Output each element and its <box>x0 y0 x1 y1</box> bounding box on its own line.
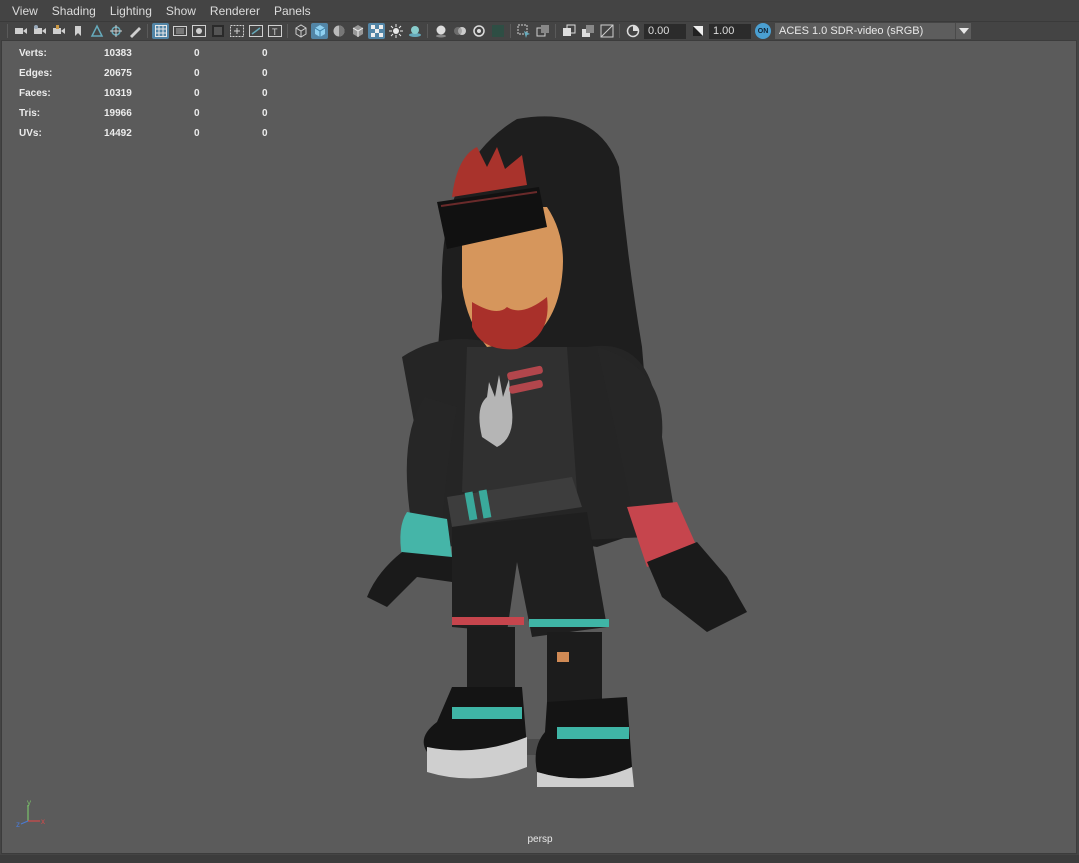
svg-text:T: T <box>272 27 278 37</box>
hud-selected: 0 <box>194 67 200 79</box>
bookmark-icon[interactable] <box>69 23 86 39</box>
hud-total: 14492 <box>104 127 132 139</box>
gamma-icon[interactable] <box>689 23 706 39</box>
gate-mask-icon[interactable] <box>209 23 226 39</box>
use-all-lights-icon[interactable] <box>387 23 404 39</box>
chevron-down-icon <box>955 23 971 39</box>
toolbar-divider <box>7 24 8 38</box>
hud-total: 19966 <box>104 107 132 119</box>
hud-selected: 0 <box>194 107 200 119</box>
bottom-border <box>0 855 1079 863</box>
hud-selected-tri: 0 <box>262 87 268 99</box>
menu-shading[interactable]: Shading <box>45 4 103 18</box>
wireframe-icon[interactable] <box>292 23 309 39</box>
hud-selected: 0 <box>194 87 200 99</box>
textured-icon[interactable] <box>368 23 385 39</box>
default-material-icon[interactable] <box>330 23 347 39</box>
toolbar-divider <box>555 24 556 38</box>
screen-space-ao-icon[interactable] <box>432 23 449 39</box>
axis-z-line <box>20 820 29 825</box>
isolate-select-icon[interactable] <box>515 23 532 39</box>
depth-of-field-icon[interactable] <box>489 23 506 39</box>
toolbar-divider <box>427 24 428 38</box>
field-chart-icon[interactable] <box>228 23 245 39</box>
character-model[interactable] <box>357 107 757 787</box>
axis-x-label: x <box>41 817 45 826</box>
resolution-gate-icon[interactable] <box>190 23 207 39</box>
persp-viewport[interactable]: Verts: 10383 0 0 Edges: 20675 0 0 Faces:… <box>1 40 1077 854</box>
two-d-pan-zoom-icon[interactable] <box>107 23 124 39</box>
image-plane-icon[interactable] <box>88 23 105 39</box>
smooth-shade-icon[interactable] <box>311 23 328 39</box>
xray-active-components-icon[interactable] <box>579 23 596 39</box>
poly-count-hud: Verts: 10383 0 0 Edges: 20675 0 0 Faces:… <box>19 43 292 143</box>
camera-attributes-icon[interactable] <box>31 23 48 39</box>
hud-label: UVs: <box>19 127 42 139</box>
safe-action-icon[interactable] <box>247 23 264 39</box>
menu-view[interactable]: View <box>5 4 45 18</box>
motion-blur-icon[interactable] <box>451 23 468 39</box>
xray-joints-icon[interactable] <box>560 23 577 39</box>
color-space-label: ACES 1.0 SDR-video (sRGB) <box>779 25 924 37</box>
toolbar-divider <box>619 24 620 38</box>
anti-aliasing-icon[interactable] <box>470 23 487 39</box>
grid-icon[interactable] <box>152 23 169 39</box>
film-gate-icon[interactable] <box>171 23 188 39</box>
safe-title-icon[interactable]: T <box>266 23 283 39</box>
menu-panels[interactable]: Panels <box>267 4 318 18</box>
menu-lighting[interactable]: Lighting <box>103 4 159 18</box>
camera-name-label: persp <box>527 834 553 845</box>
hud-row-tris: Tris: 19966 0 0 <box>19 103 292 123</box>
bookmark-camera-icon[interactable] <box>50 23 67 39</box>
hud-selected-tri: 0 <box>262 107 268 119</box>
hud-total: 10319 <box>104 87 132 99</box>
xray-icon[interactable] <box>534 23 551 39</box>
exposure-icon[interactable] <box>624 23 641 39</box>
toolbar-divider <box>287 24 288 38</box>
grease-pencil-icon[interactable] <box>126 23 143 39</box>
shadows-icon[interactable] <box>406 23 423 39</box>
hud-row-faces: Faces: 10319 0 0 <box>19 83 292 103</box>
color-management-toggle[interactable]: ON <box>755 23 771 39</box>
hud-label: Verts: <box>19 47 47 59</box>
toolbar-divider <box>510 24 511 38</box>
hud-selected: 0 <box>194 47 200 59</box>
color-space-dropdown[interactable]: ACES 1.0 SDR-video (sRGB) <box>775 23 971 39</box>
exposure-field[interactable] <box>644 23 686 39</box>
wireframe-on-shaded-icon[interactable] <box>349 23 366 39</box>
gamma-field[interactable] <box>709 23 751 39</box>
menu-show[interactable]: Show <box>159 4 203 18</box>
hud-total: 20675 <box>104 67 132 79</box>
axis-y-label: y <box>27 799 31 807</box>
hud-row-verts: Verts: 10383 0 0 <box>19 43 292 63</box>
axis-z-label: z <box>16 820 20 829</box>
select-camera-icon[interactable] <box>12 23 29 39</box>
viewport-toolbar: T ON ACES 1.0 SDR-video (sRGB) <box>0 22 1079 40</box>
backface-culling-icon[interactable] <box>598 23 615 39</box>
hud-selected: 0 <box>194 127 200 139</box>
viewport-menu-bar: View Shading Lighting Show Renderer Pane… <box>0 0 1079 22</box>
hud-total: 10383 <box>104 47 132 59</box>
hud-selected-tri: 0 <box>262 127 268 139</box>
hud-label: Faces: <box>19 87 51 99</box>
hud-row-edges: Edges: 20675 0 0 <box>19 63 292 83</box>
axis-gizmo: y x z <box>16 799 45 829</box>
menu-renderer[interactable]: Renderer <box>203 4 267 18</box>
toolbar-divider <box>147 24 148 38</box>
hud-selected-tri: 0 <box>262 47 268 59</box>
hud-row-uvs: UVs: 14492 0 0 <box>19 123 292 143</box>
hud-label: Tris: <box>19 107 41 119</box>
hud-selected-tri: 0 <box>262 67 268 79</box>
hud-label: Edges: <box>19 67 53 79</box>
